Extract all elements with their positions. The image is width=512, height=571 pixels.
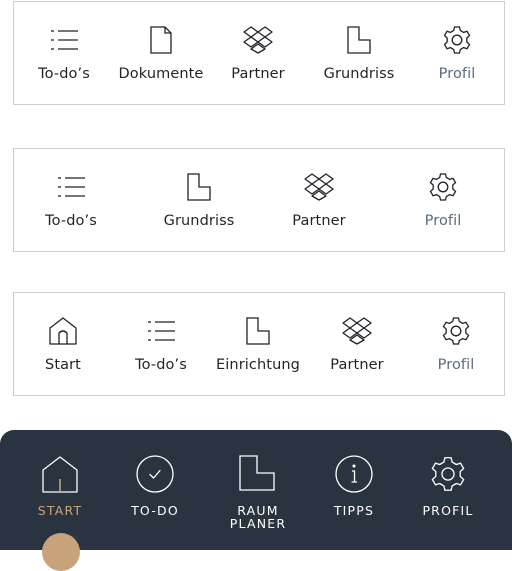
tab-label: To-do’s <box>135 357 187 373</box>
tab-label: Partner <box>330 357 384 373</box>
tab-label: PROFIL <box>422 503 474 518</box>
list-icon <box>48 24 80 56</box>
tab-label: Grundriss <box>163 213 235 229</box>
gear-icon <box>440 315 472 347</box>
tab-bar-variant-3: Start To-do’s Einrichtung Partner Profil <box>13 292 505 396</box>
document-icon <box>145 24 177 56</box>
tab-label: Partner <box>292 213 346 229</box>
tab-label: RAUM PLANER <box>230 504 286 530</box>
tab-label: Grundriss <box>323 66 395 82</box>
floorplan-icon <box>242 315 274 347</box>
floorplan-icon <box>343 24 375 56</box>
tab-bar-variant-1: To-do’s Dokumente Partner Grundriss Prof… <box>13 1 505 105</box>
tab-label: Profil <box>424 213 462 229</box>
info-icon <box>334 454 374 494</box>
floorplan-icon <box>238 454 278 494</box>
tab-bar-variant-2: To-do’s Grundriss Partner Profil <box>13 148 505 252</box>
tab-label: Start <box>45 357 81 373</box>
tab-label: Profil <box>438 66 476 82</box>
home-icon <box>40 454 80 494</box>
tab-label: To-do’s <box>38 66 90 82</box>
active-indicator-dot <box>42 533 80 571</box>
dropbox-icon <box>303 171 335 203</box>
dropbox-icon <box>242 24 274 56</box>
tab-label: Partner <box>231 66 285 82</box>
tab-label: Einrichtung <box>216 357 300 373</box>
tab-label: TIPPS <box>333 503 375 518</box>
gear-icon <box>428 454 468 494</box>
home-icon <box>47 315 79 347</box>
tab-label: To-do’s <box>45 213 97 229</box>
floorplan-icon <box>183 171 215 203</box>
tab-label-line2: PLANER <box>229 516 287 531</box>
list-icon <box>55 171 87 203</box>
tab-label: TO-DO <box>131 503 179 518</box>
list-icon <box>145 315 177 347</box>
tab-label: Dokumente <box>118 66 204 82</box>
gear-icon <box>427 171 459 203</box>
gear-icon <box>441 24 473 56</box>
check-circle-icon <box>135 454 175 494</box>
tab-label: START <box>37 503 83 518</box>
tab-label: Profil <box>437 357 475 373</box>
dropbox-icon <box>341 315 373 347</box>
dark-tab-bar: START TO-DO RAUM PLANER TIPPS PROFIL <box>0 430 512 550</box>
